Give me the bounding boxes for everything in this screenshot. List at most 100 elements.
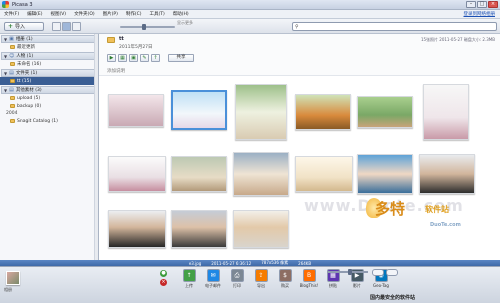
logo-url: DuoTe.com	[430, 222, 461, 228]
sidebar-group-people[interactable]: ▼ ☺ 人物 (1)	[1, 52, 97, 60]
menu-file[interactable]: 文件(F)	[0, 11, 23, 17]
photo-thumbnail[interactable]	[233, 152, 289, 196]
photo-thumbnail[interactable]	[108, 156, 166, 192]
library-sidebar: ▼ ▣ 相册 (1) 最近更新 ▼ ☺ 人物 (1) 未命名 (16) ▼ ▤ …	[0, 34, 99, 260]
folder-icon	[107, 37, 115, 43]
print-icon: ⎙	[230, 269, 244, 282]
folder-date[interactable]: 2011年5月27日	[119, 44, 153, 50]
hold-pin-icon[interactable]: ●	[160, 270, 167, 277]
folder-icon	[10, 119, 15, 123]
expand-triangle-icon[interactable]: ▼	[4, 54, 7, 59]
import-button[interactable]: + 导入	[4, 22, 44, 31]
photo-thumbnail[interactable]	[171, 210, 227, 248]
photo-tray: 相册 ● × ↑ 上传 ✉ 电子邮件 ⎙ 打印 ⇪ 导出 $ 购买 B Blog…	[0, 266, 500, 303]
photo-thumbnail[interactable]	[419, 154, 475, 194]
tool-export[interactable]: ⇪ 导出	[252, 269, 270, 289]
sidebar-item-tt[interactable]: tt (15)	[0, 77, 98, 85]
rotate-right-button[interactable]	[386, 269, 398, 276]
sidebar-item-backup[interactable]: backup (0)	[0, 102, 98, 110]
tool-email[interactable]: ✉ 电子邮件	[204, 269, 222, 289]
tray-hold-buttons: ● ×	[160, 270, 167, 286]
photo-thumbnail[interactable]	[108, 94, 164, 127]
tool-label: 购买	[281, 283, 289, 288]
tool-blogthis[interactable]: B BlogThis!	[300, 269, 318, 289]
photo-thumbnail[interactable]	[295, 94, 351, 130]
menu-create[interactable]: 制作(C)	[122, 11, 146, 17]
rotate-left-button[interactable]	[372, 269, 384, 276]
tool-label: 打印	[233, 283, 241, 288]
search-icon: ⚲	[295, 23, 299, 30]
window-title: Picasa 3	[12, 1, 33, 8]
tool-upload[interactable]: ↑ 上传	[180, 269, 198, 289]
view-flat-button[interactable]	[62, 22, 71, 31]
tool-print[interactable]: ⎙ 打印	[228, 269, 246, 289]
sidebar-group-label: 相册 (1)	[15, 37, 33, 42]
photo-thumbnail[interactable]	[423, 84, 469, 140]
sidebar-item-unnamed[interactable]: 未命名 (16)	[0, 60, 98, 68]
people-icon: ☺	[9, 53, 15, 59]
sidebar-item-label: Snagit Catalog (1)	[17, 118, 58, 124]
share-button[interactable]: 共享	[168, 54, 194, 62]
folder-title[interactable]: tt	[119, 36, 124, 42]
menu-edit[interactable]: 编辑(E)	[23, 11, 46, 17]
slider-caption: 显示更多	[177, 20, 193, 25]
menu-picture[interactable]: 图片(P)	[99, 11, 122, 17]
clear-tray-icon[interactable]: ×	[160, 279, 167, 286]
sidebar-item-recent[interactable]: 最近更新	[0, 43, 98, 51]
minimize-button[interactable]: –	[466, 1, 476, 8]
tool-label: 影片	[353, 283, 361, 288]
tool-label: BlogThis!	[299, 283, 319, 288]
geotag-icon-button[interactable]: ✎	[140, 54, 149, 62]
menu-tools[interactable]: 工具(T)	[146, 11, 169, 17]
zoom-knob[interactable]	[348, 269, 352, 275]
folder-header: tt 2011年5月27日 15张照片 2011-05-27 磁盘大小: 2.3…	[99, 34, 500, 76]
menu-folder[interactable]: 文件夹(O)	[70, 11, 99, 17]
folder-icon	[10, 79, 15, 83]
tool-shop[interactable]: $ 购买	[276, 269, 294, 289]
play-slideshow-button[interactable]: ▶	[107, 54, 116, 62]
photo-thumbnail[interactable]	[108, 210, 166, 248]
collage-icon-button[interactable]: ▦	[118, 54, 127, 62]
search-box[interactable]: ⚲	[292, 22, 497, 31]
status-filesize: 264KB	[298, 260, 312, 266]
signin-link[interactable]: 登录到网络相册	[464, 11, 496, 17]
movie-icon-button[interactable]: ▣	[129, 54, 138, 62]
expand-triangle-icon[interactable]: ▼	[4, 71, 7, 76]
title-bar: Picasa 3 – □ ×	[0, 0, 500, 10]
sidebar-scrollbar[interactable]	[94, 34, 98, 260]
status-datetime: 2011-05-27 6:36:12	[211, 260, 252, 266]
thumbnail-size-slider[interactable]	[120, 24, 175, 30]
photo-thumbnail[interactable]	[295, 156, 353, 192]
sidebar-group-albums[interactable]: ▼ ▣ 相册 (1)	[1, 35, 97, 43]
view-people-button[interactable]	[72, 22, 81, 31]
photo-thumbnail[interactable]	[357, 154, 413, 194]
add-description-link[interactable]: 添加说明	[107, 68, 125, 74]
sidebar-group-other[interactable]: ▼ ▤ 其他素材 (3)	[1, 86, 97, 94]
search-input[interactable]	[300, 24, 481, 29]
tool-label: 拼贴	[329, 283, 337, 288]
photo-thumbnail[interactable]	[171, 90, 227, 130]
tray-round-buttons	[372, 269, 398, 276]
slider-knob[interactable]	[142, 24, 146, 30]
photo-thumbnail[interactable]	[171, 156, 227, 192]
sidebar-item-upload[interactable]: upload (5)	[0, 94, 98, 102]
menu-help[interactable]: 帮助(H)	[169, 11, 193, 17]
tool-label: 上传	[185, 283, 193, 288]
expand-triangle-icon[interactable]: ▼	[4, 88, 7, 93]
tray-zoom-slider[interactable]	[328, 269, 368, 275]
sidebar-group-folders[interactable]: ▼ ▤ 文件夹 (1)	[1, 69, 97, 77]
photo-thumbnail[interactable]	[235, 84, 287, 140]
upload-icon-button[interactable]: ↑	[151, 54, 160, 62]
sidebar-item-snagit[interactable]: Snagit Catalog (1)	[0, 117, 98, 125]
photo-thumbnail[interactable]	[233, 210, 289, 248]
sidebar-item-label: backup (0)	[17, 103, 42, 109]
maximize-button[interactable]: □	[477, 1, 487, 8]
menu-view[interactable]: 视图(V)	[46, 11, 70, 17]
status-filename: e3.jpg	[188, 260, 202, 266]
photo-thumbnail[interactable]	[357, 96, 413, 128]
view-tree-button[interactable]	[52, 22, 61, 31]
tray-selected-thumbnail[interactable]	[6, 271, 20, 285]
expand-triangle-icon[interactable]: ▼	[4, 37, 7, 42]
footer-slogan: 国内最安全的软件站	[370, 295, 416, 301]
close-button[interactable]: ×	[488, 1, 498, 8]
